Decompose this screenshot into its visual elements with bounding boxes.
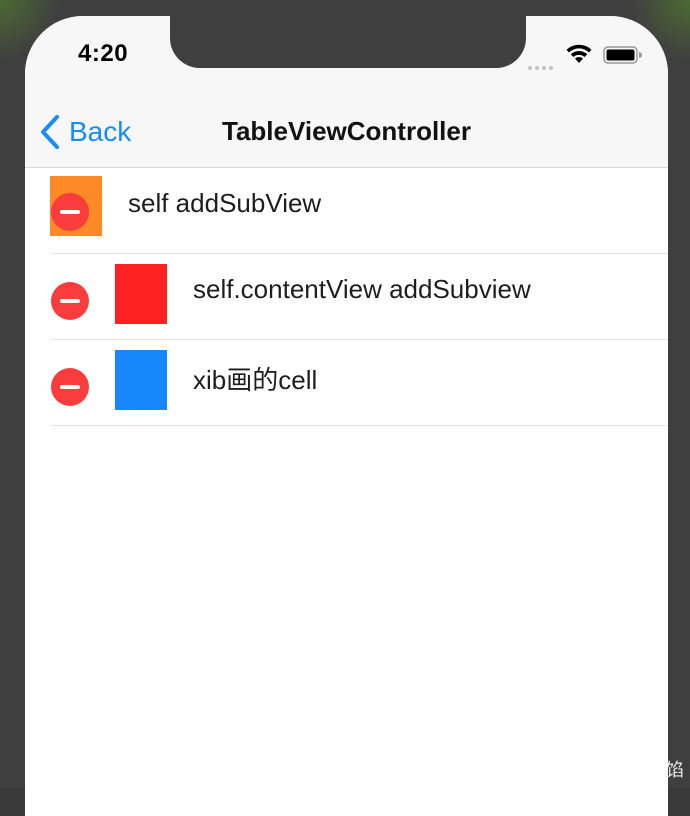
- notch: [170, 16, 526, 68]
- cell-thumbnail: [115, 264, 167, 324]
- signal-dots-icon: [528, 57, 558, 63]
- navigation-bar: Back TableViewController: [25, 86, 668, 168]
- status-bar: 4:20: [25, 16, 668, 86]
- wifi-icon: [566, 44, 592, 64]
- minus-circle-icon[interactable]: [51, 282, 89, 320]
- page-title: TableViewController: [25, 116, 668, 147]
- table-row[interactable]: self addSubView: [25, 168, 668, 254]
- minus-circle-icon[interactable]: [51, 193, 89, 231]
- watermark-text: @这个汤圆没有馅: [540, 756, 684, 782]
- weibo-icon: [513, 760, 537, 778]
- watermark: @这个汤圆没有馅: [513, 756, 684, 782]
- table-row[interactable]: xib画的cell: [25, 340, 668, 426]
- row-label: self addSubView: [128, 188, 321, 219]
- row-separator: [51, 425, 668, 426]
- battery-icon: [603, 46, 643, 64]
- table-row[interactable]: self.contentView addSubview: [25, 254, 668, 340]
- cell-thumbnail: [115, 350, 167, 410]
- phone-screen: 4:20 Back TableViewController: [25, 16, 668, 816]
- row-label: self.contentView addSubview: [193, 274, 531, 305]
- status-time: 4:20: [78, 40, 128, 68]
- minus-circle-icon[interactable]: [51, 368, 89, 406]
- row-label: xib画的cell: [193, 360, 317, 397]
- table-view: self addSubView self.contentView addSubv…: [25, 168, 668, 426]
